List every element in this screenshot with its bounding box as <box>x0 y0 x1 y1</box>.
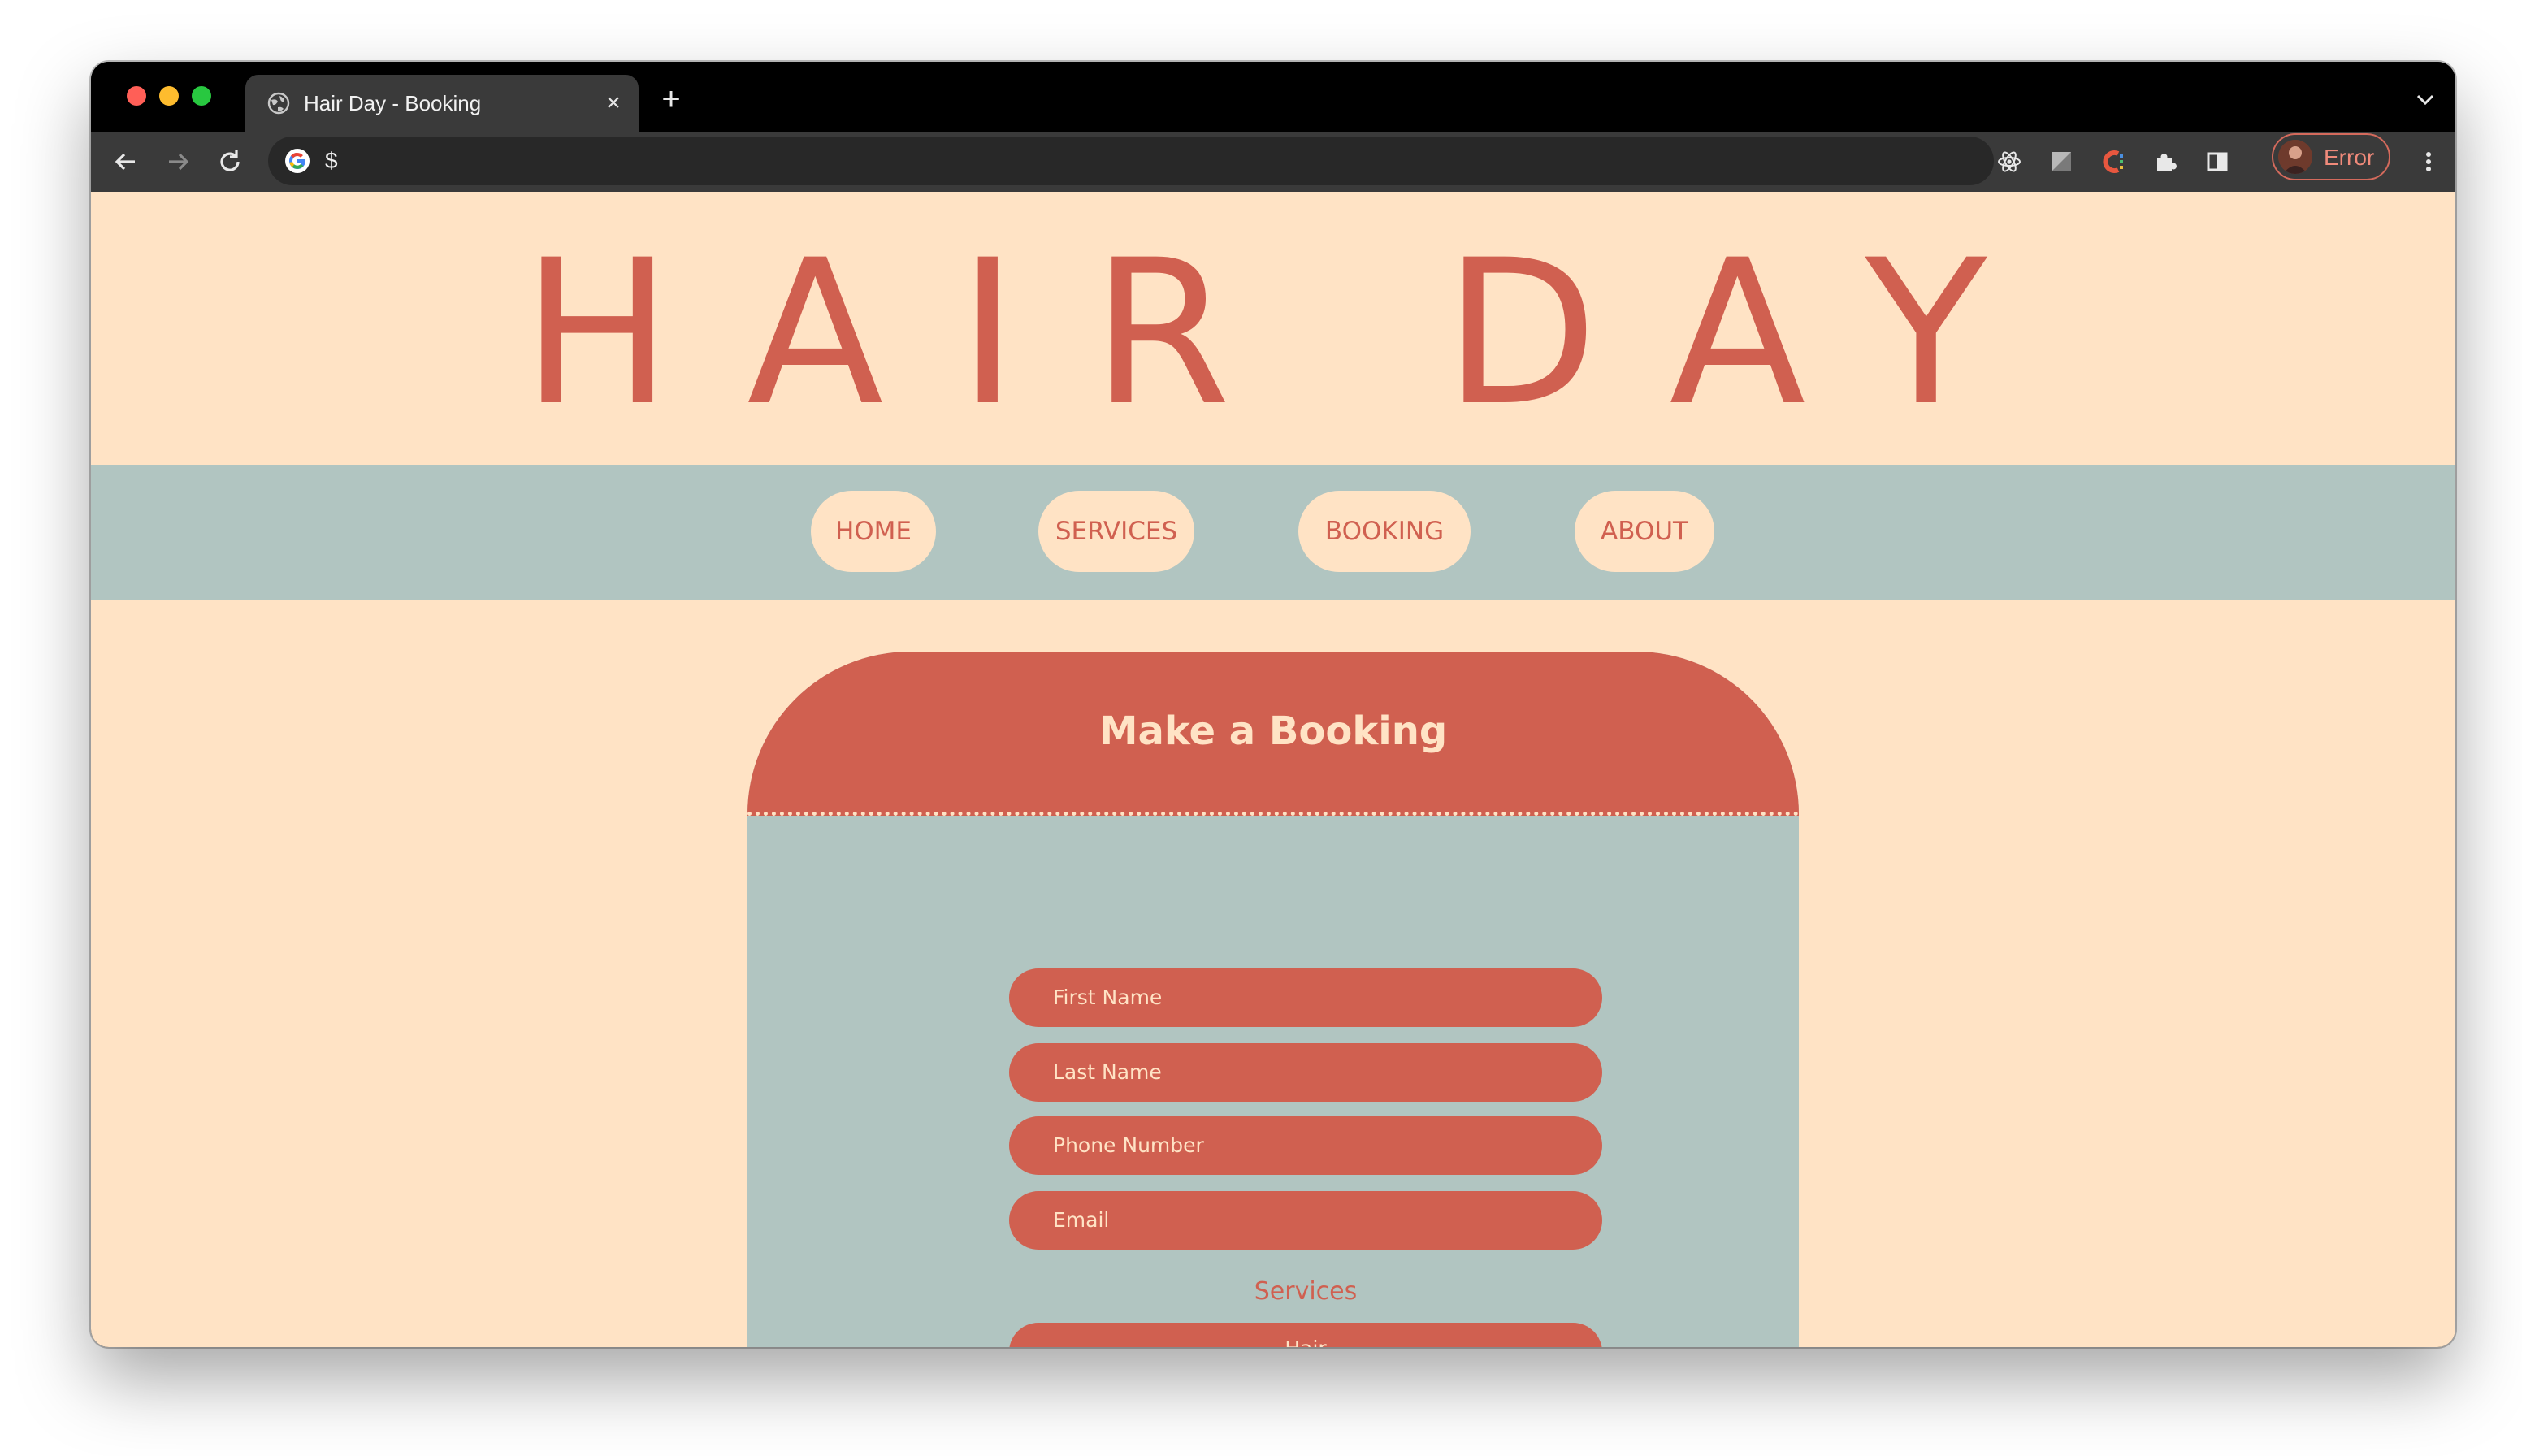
nav-booking-button[interactable]: BOOKING <box>1298 491 1471 572</box>
first-name-field[interactable]: First Name <box>1009 968 1602 1027</box>
tab-strip: Hair Day - Booking × + <box>91 62 2455 132</box>
url-text: $ <box>325 148 338 173</box>
profile-status-label: Error <box>2324 145 2375 170</box>
avatar <box>2278 140 2312 174</box>
new-tab-button[interactable]: + <box>656 83 686 115</box>
main-nav: HOME SERVICES BOOKING ABOUT <box>91 465 2455 600</box>
forward-arrow-icon[interactable] <box>162 146 193 177</box>
browser-tab[interactable]: Hair Day - Booking × <box>245 75 639 132</box>
last-name-field[interactable]: Last Name <box>1009 1043 1602 1102</box>
site-title: HAIR DAY <box>522 218 2062 450</box>
colorzilla-icon[interactable] <box>2098 146 2129 177</box>
booking-card: Make a Booking First Name Last Name Phon… <box>748 652 1799 1347</box>
globe-icon <box>267 92 290 115</box>
page-viewport: HAIR DAY HOME SERVICES BOOKING ABOUT Mak… <box>91 192 2455 1347</box>
minimize-window-button[interactable] <box>159 86 179 106</box>
chevron-down-icon[interactable] <box>2413 88 2438 112</box>
back-arrow-icon[interactable] <box>110 146 141 177</box>
side-panel-icon[interactable] <box>2202 146 2233 177</box>
services-label: Services <box>1254 1277 1358 1306</box>
close-window-button[interactable] <box>127 86 146 106</box>
booking-card-header: Make a Booking <box>748 652 1799 816</box>
nav-services-button[interactable]: SERVICES <box>1038 491 1194 572</box>
phone-number-field[interactable]: Phone Number <box>1009 1116 1602 1175</box>
booking-heading: Make a Booking <box>1098 708 1448 754</box>
profile-button[interactable]: Error <box>2272 133 2390 180</box>
reload-icon[interactable] <box>214 146 245 177</box>
extension-square-icon[interactable] <box>2046 146 2077 177</box>
services-select[interactable]: Hair <box>1009 1323 1602 1347</box>
avatar-photo-icon <box>2278 140 2312 174</box>
browser-window: Hair Day - Booking × + $ Error HAIR DAY … <box>91 62 2455 1347</box>
address-bar[interactable]: $ <box>268 136 1994 185</box>
nav-home-button[interactable]: HOME <box>811 491 936 572</box>
react-devtools-icon[interactable] <box>1994 146 2025 177</box>
nav-about-button[interactable]: ABOUT <box>1575 491 1714 572</box>
maximize-window-button[interactable] <box>192 86 211 106</box>
kebab-menu-icon[interactable] <box>2413 146 2444 177</box>
google-logo-icon <box>285 149 310 173</box>
puzzle-extensions-icon[interactable] <box>2150 146 2181 177</box>
email-field[interactable]: Email <box>1009 1191 1602 1250</box>
close-tab-icon[interactable]: × <box>600 89 627 117</box>
services-selected-value: Hair <box>1285 1337 1326 1347</box>
tab-title: Hair Day - Booking <box>304 91 482 115</box>
